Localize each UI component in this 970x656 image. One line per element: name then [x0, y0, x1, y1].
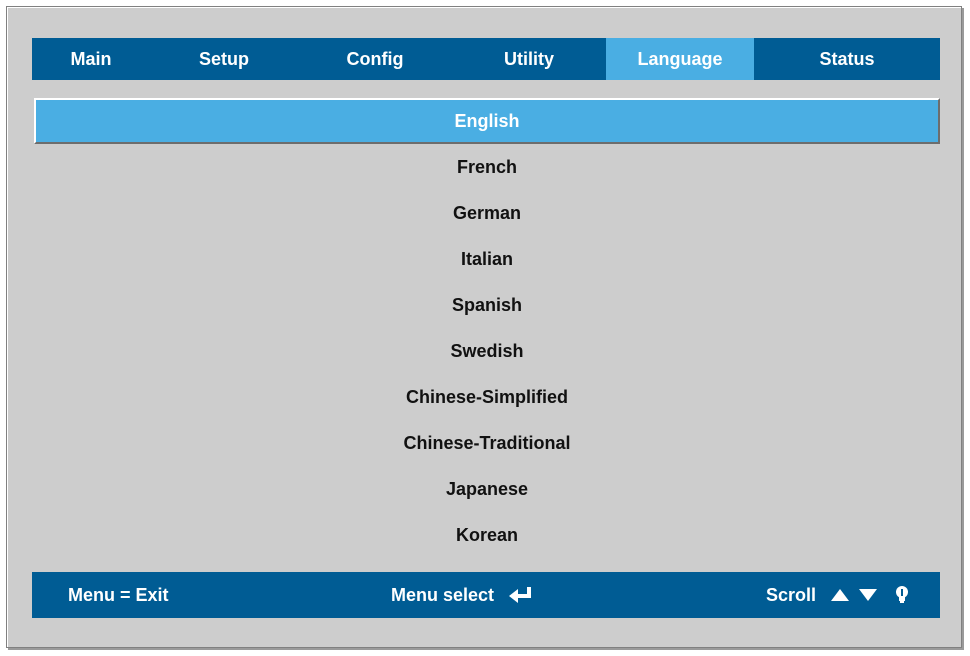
tab-config[interactable]: Config [298, 38, 452, 80]
menu-select-label: Menu select [391, 584, 495, 605]
tab-status[interactable]: Status [754, 38, 940, 80]
menu-select-hint: Menu select [391, 572, 534, 618]
language-item-japanese[interactable]: Japanese [34, 466, 940, 512]
tab-utility[interactable]: Utility [452, 38, 606, 80]
help-bar: Menu = Exit Menu select Scroll [32, 572, 940, 618]
language-item-spanish[interactable]: Spanish [34, 282, 940, 328]
language-item-italian[interactable]: Italian [34, 236, 940, 282]
scroll-hint: Scroll [766, 572, 910, 618]
language-item-english[interactable]: English [34, 98, 940, 144]
scroll-label: Scroll [765, 584, 816, 605]
language-item-chinese-simplified[interactable]: Chinese-Simplified [34, 374, 940, 420]
language-item-korean[interactable]: Korean [34, 512, 940, 558]
bulb-icon [894, 585, 910, 605]
menu-exit-hint: Menu = Exit [68, 572, 169, 618]
arrow-up-icon [830, 588, 850, 602]
language-item-german[interactable]: German [34, 190, 940, 236]
arrow-down-icon [858, 588, 878, 602]
tab-setup[interactable]: Setup [150, 38, 298, 80]
menu-tab-bar: Main Setup Config Utility Language Statu… [32, 38, 940, 80]
tab-main[interactable]: Main [32, 38, 150, 80]
enter-icon [508, 586, 534, 604]
language-item-french[interactable]: French [34, 144, 940, 190]
language-item-swedish[interactable]: Swedish [34, 328, 940, 374]
tab-language[interactable]: Language [606, 38, 754, 80]
language-item-chinese-traditional[interactable]: Chinese-Traditional [34, 420, 940, 466]
menu-exit-label: Menu = Exit [68, 584, 169, 605]
language-list: English French German Italian Spanish Sw… [34, 98, 940, 558]
